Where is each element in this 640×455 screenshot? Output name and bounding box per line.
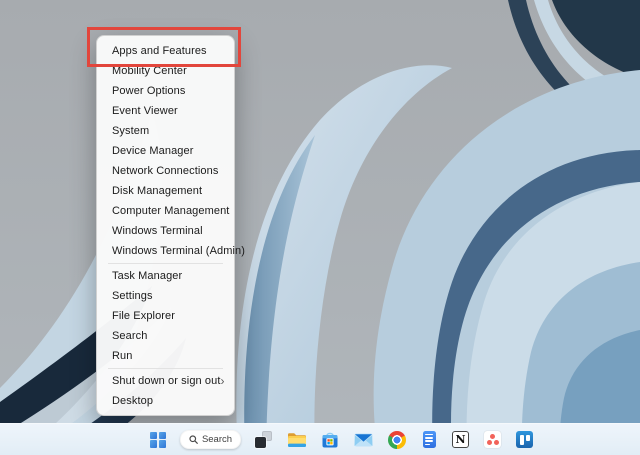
google-docs-icon <box>423 431 436 448</box>
trello-button[interactable] <box>514 429 535 451</box>
menu-item-apps-and-features[interactable]: Apps and Features <box>97 41 234 61</box>
task-view-button[interactable] <box>252 429 274 451</box>
menu-item-mobility-center[interactable]: Mobility Center <box>97 61 234 81</box>
file-explorer-button[interactable] <box>285 429 308 451</box>
winx-menu: Apps and Features Mobility Center Power … <box>96 35 235 416</box>
file-explorer-icon <box>287 431 307 448</box>
taskbar-search[interactable]: Search <box>180 430 241 449</box>
trello-icon <box>516 431 533 448</box>
taskbar-icon-group: Search <box>147 424 535 455</box>
desktop: Apps and Features Mobility Center Power … <box>0 0 640 455</box>
menu-item-desktop[interactable]: Desktop <box>97 391 234 411</box>
menu-item-network-connections[interactable]: Network Connections <box>97 161 234 181</box>
search-label: Search <box>202 434 232 445</box>
task-view-icon <box>255 431 272 448</box>
mail-button[interactable] <box>352 429 375 451</box>
notion-icon: N <box>452 431 469 448</box>
menu-item-label: Shut down or sign out <box>112 375 221 387</box>
menu-item-file-explorer[interactable]: File Explorer <box>97 306 234 326</box>
menu-separator <box>108 263 223 264</box>
taskbar: Search <box>0 423 640 455</box>
windows-start-icon <box>150 432 166 448</box>
menu-item-shutdown-or-sign-out[interactable]: Shut down or sign out › <box>97 371 234 391</box>
notion-button[interactable]: N <box>450 429 471 451</box>
start-button[interactable] <box>147 429 169 451</box>
mail-icon <box>354 433 373 447</box>
menu-item-windows-terminal[interactable]: Windows Terminal <box>97 221 234 241</box>
menu-item-computer-management[interactable]: Computer Management <box>97 201 234 221</box>
menu-item-device-manager[interactable]: Device Manager <box>97 141 234 161</box>
menu-item-run[interactable]: Run <box>97 346 234 366</box>
chrome-button[interactable] <box>386 429 408 451</box>
asana-icon <box>484 431 501 448</box>
microsoft-store-icon <box>321 431 339 449</box>
menu-item-task-manager[interactable]: Task Manager <box>97 266 234 286</box>
menu-item-event-viewer[interactable]: Event Viewer <box>97 101 234 121</box>
asana-button[interactable] <box>482 429 503 451</box>
chevron-right-icon: › <box>221 375 225 387</box>
chrome-icon <box>388 431 406 449</box>
menu-separator <box>108 368 223 369</box>
menu-item-settings[interactable]: Settings <box>97 286 234 306</box>
search-icon <box>189 435 198 444</box>
menu-item-system[interactable]: System <box>97 121 234 141</box>
microsoft-store-button[interactable] <box>319 429 341 451</box>
menu-item-search[interactable]: Search <box>97 326 234 346</box>
menu-item-disk-management[interactable]: Disk Management <box>97 181 234 201</box>
google-docs-button[interactable] <box>419 429 439 451</box>
menu-item-windows-terminal-admin[interactable]: Windows Terminal (Admin) <box>97 241 234 261</box>
menu-item-power-options[interactable]: Power Options <box>97 81 234 101</box>
